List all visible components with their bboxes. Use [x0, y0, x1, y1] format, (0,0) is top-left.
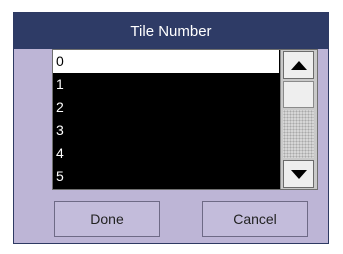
list-item[interactable]: 4: [53, 142, 279, 165]
scroll-down-button[interactable]: [283, 160, 314, 188]
dialog-title-bar: Tile Number: [14, 13, 328, 49]
scroll-thumb[interactable]: [283, 81, 314, 108]
cancel-button[interactable]: Cancel: [202, 201, 308, 237]
dialog-title: Tile Number: [130, 22, 212, 40]
vertical-scrollbar[interactable]: [280, 50, 317, 189]
tile-number-listbox[interactable]: 0 1 2 3 4 5: [52, 49, 318, 190]
list-item[interactable]: 3: [53, 119, 279, 142]
list-item[interactable]: 1: [53, 73, 279, 96]
list-item[interactable]: 2: [53, 96, 279, 119]
tile-number-list: 0 1 2 3 4 5: [53, 50, 279, 189]
scroll-track[interactable]: [283, 110, 314, 158]
list-item[interactable]: 0: [53, 50, 279, 73]
tile-number-dialog: Tile Number 0 1 2 3 4 5 Done Cancel: [13, 12, 329, 244]
done-button[interactable]: Done: [54, 201, 160, 237]
list-item[interactable]: 5: [53, 165, 279, 188]
triangle-down-icon: [290, 169, 307, 179]
scroll-up-button[interactable]: [283, 51, 314, 79]
triangle-up-icon: [290, 60, 307, 70]
